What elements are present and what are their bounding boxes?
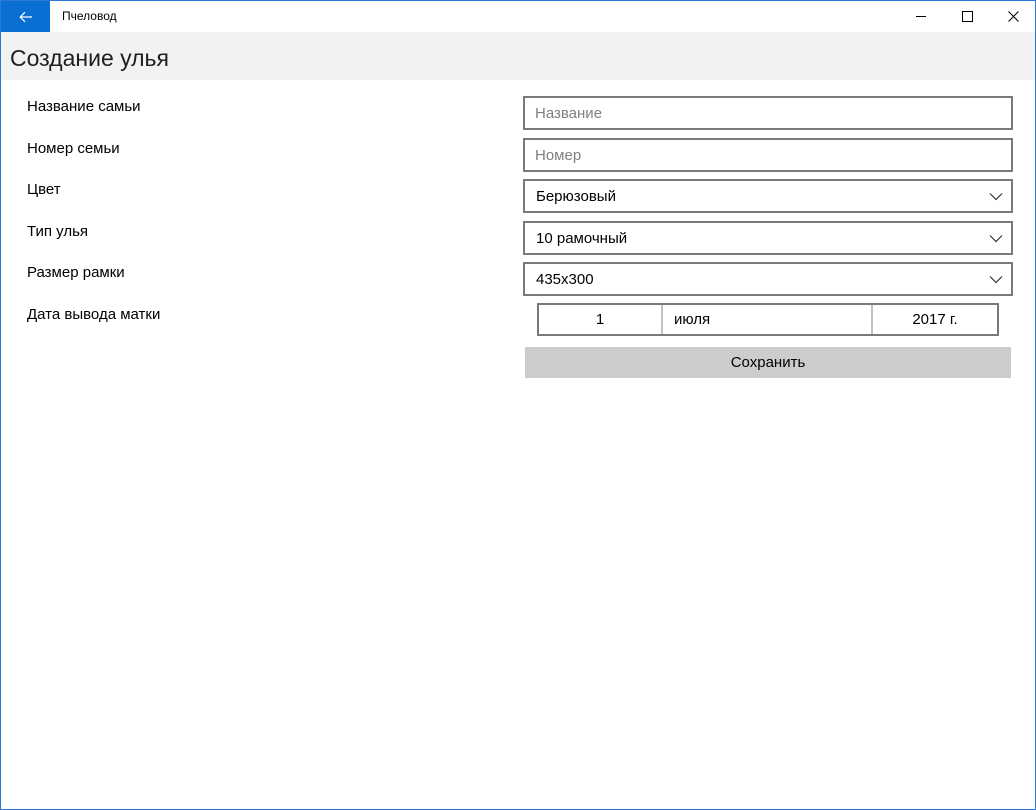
- close-button[interactable]: [990, 1, 1035, 32]
- family-number-field: [523, 138, 1013, 172]
- date-day-selector[interactable]: 1: [539, 305, 663, 334]
- minimize-button[interactable]: [898, 1, 944, 32]
- maximize-icon: [961, 11, 973, 22]
- frame-size-dropdown[interactable]: 435x300: [523, 262, 1013, 296]
- hive-type-selected-value: 10 рамочный: [536, 230, 628, 247]
- family-name-input[interactable]: [525, 98, 1011, 128]
- window-title: Пчеловод: [62, 9, 117, 23]
- hive-type-dropdown[interactable]: 10 рамочный: [523, 221, 1013, 255]
- queen-date-label: Дата вывода матки: [27, 306, 161, 323]
- page-title: Создание улья: [10, 45, 169, 71]
- color-selected-value: Берюзовый: [536, 188, 616, 205]
- frame-size-label: Размер рамки: [27, 264, 125, 281]
- frame-size-selected-value: 435x300: [536, 271, 594, 288]
- chevron-down-icon: [989, 276, 1003, 284]
- color-label: Цвет: [27, 181, 61, 198]
- page-header: Создание улья: [1, 32, 1035, 80]
- maximize-button[interactable]: [944, 1, 990, 32]
- family-name-field: [523, 96, 1013, 130]
- date-month-selector[interactable]: июля: [663, 305, 873, 334]
- back-arrow-icon: [18, 11, 32, 22]
- hive-type-label: Тип улья: [27, 223, 89, 240]
- close-icon: [1007, 11, 1019, 22]
- chevron-down-icon: [989, 235, 1003, 243]
- queen-date-picker: 1 июля 2017 г.: [537, 303, 999, 336]
- family-number-label: Номер семьи: [27, 140, 120, 157]
- back-button[interactable]: [1, 1, 50, 32]
- save-button[interactable]: Сохранить: [525, 347, 1011, 378]
- family-name-label: Название самьи: [27, 98, 141, 115]
- date-year-selector[interactable]: 2017 г.: [873, 305, 997, 334]
- family-number-input[interactable]: [525, 140, 1011, 170]
- app-window: Пчеловод Создание улья Название самьи Но…: [0, 0, 1036, 810]
- chevron-down-icon: [989, 193, 1003, 201]
- title-bar: Пчеловод: [1, 1, 1035, 32]
- color-dropdown[interactable]: Берюзовый: [523, 179, 1013, 213]
- minimize-icon: [915, 16, 926, 17]
